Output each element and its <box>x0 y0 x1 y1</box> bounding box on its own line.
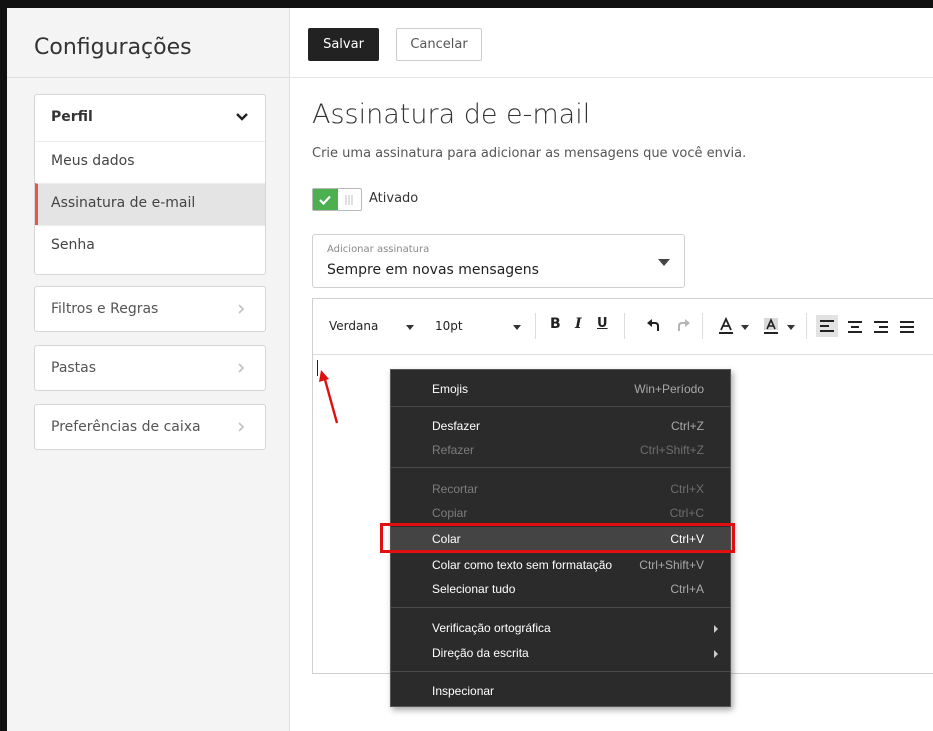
redo-icon[interactable] <box>675 317 691 335</box>
select-label: Adicionar assinatura <box>327 244 430 255</box>
sidebar-item-label: Assinatura de e-mail <box>51 195 196 211</box>
menu-item-refazer[interactable]: Refazer Ctrl+Shift+Z <box>391 438 730 462</box>
sidebar-item-label: Senha <box>51 237 95 253</box>
align-left-icon[interactable] <box>816 315 838 337</box>
align-justify-icon[interactable] <box>899 317 915 335</box>
sidebar-item-assinatura[interactable]: Assinatura de e-mail <box>35 183 265 225</box>
submenu-arrow-icon <box>714 625 718 633</box>
cancel-button[interactable]: Cancelar <box>396 28 482 61</box>
check-icon <box>319 195 331 206</box>
menu-separator <box>391 607 730 608</box>
menu-separator <box>391 467 730 468</box>
menu-item-label: Selecionar tudo <box>432 582 516 596</box>
window-frame-top <box>0 0 933 8</box>
select-value: Sempre em novas mensagens <box>327 262 539 278</box>
menu-item-shortcut: Ctrl+A <box>670 582 704 596</box>
sidebar-title: Configurações <box>34 35 192 60</box>
menu-item-direcao-escrita[interactable]: Direção da escrita <box>391 641 730 665</box>
menu-item-shortcut: Ctrl+Shift+Z <box>639 443 704 457</box>
sidebar-item-meus-dados[interactable]: Meus dados <box>35 141 265 183</box>
menu-item-inspecionar[interactable]: Inspecionar <box>391 679 730 703</box>
annotation-arrow-icon <box>319 370 339 424</box>
menu-item-colar-sem-formatacao[interactable]: Colar como texto sem formatação Ctrl+Shi… <box>391 553 730 577</box>
sidebar-group-header-perfil[interactable]: Perfil <box>35 95 265 141</box>
grip-icon <box>345 195 353 205</box>
sidebar-group-label: Filtros e Regras <box>51 301 159 317</box>
add-signature-select[interactable]: Adicionar assinatura Sempre em novas men… <box>312 234 685 288</box>
sidebar-group-label: Preferências de caixa <box>51 419 201 435</box>
caret-down-icon <box>513 325 521 330</box>
sidebar-group-filtros[interactable]: Filtros e Regras <box>34 286 266 332</box>
sidebar-group-label: Perfil <box>51 109 93 125</box>
font-family-select[interactable]: Verdana <box>329 319 378 333</box>
menu-item-verificacao-ortografica[interactable]: Verificação ortográfica <box>391 616 730 640</box>
chevron-right-icon <box>238 422 245 432</box>
menu-item-emojis[interactable]: Emojis Win+Período <box>391 377 730 401</box>
toolbar-divider <box>290 77 933 78</box>
caret-down-icon <box>741 325 749 330</box>
sidebar-group-label: Pastas <box>51 360 97 376</box>
editor-toolbar: Verdana 10pt B I U <box>313 299 933 355</box>
caret-down-icon <box>787 325 795 330</box>
menu-item-label: Verificação ortográfica <box>432 621 551 635</box>
menu-item-label: Copiar <box>432 506 468 520</box>
menu-separator <box>391 671 730 672</box>
underline-icon[interactable]: U <box>597 316 608 331</box>
sidebar-group-perfil: Perfil Meus dados Assinatura de e-mail S… <box>34 94 266 275</box>
undo-icon[interactable] <box>646 317 662 335</box>
text-color-icon[interactable] <box>717 317 735 335</box>
highlight-color-icon[interactable] <box>762 317 780 335</box>
sidebar-divider <box>7 77 289 78</box>
menu-item-copiar[interactable]: Copiar Ctrl+C <box>391 501 730 525</box>
annotation-highlight-box <box>380 523 735 553</box>
menu-item-label: Desfazer <box>432 419 481 433</box>
menu-item-desfazer[interactable]: Desfazer Ctrl+Z <box>391 414 730 438</box>
italic-icon[interactable]: I <box>575 316 582 332</box>
caret-down-icon <box>406 325 414 330</box>
toolbar-separator <box>535 313 536 339</box>
menu-item-label: Recortar <box>432 482 479 496</box>
chevron-down-icon <box>236 113 248 121</box>
menu-item-label: Colar como texto sem formatação <box>432 558 613 572</box>
menu-item-shortcut: Ctrl+X <box>670 482 704 496</box>
menu-separator <box>391 406 730 407</box>
sidebar-group-preferencias[interactable]: Preferências de caixa <box>34 404 266 450</box>
submenu-arrow-icon <box>714 650 718 658</box>
menu-item-shortcut: Ctrl+Z <box>671 419 704 433</box>
menu-item-shortcut: Ctrl+Shift+V <box>639 558 704 572</box>
menu-item-label: Emojis <box>432 382 469 396</box>
caret-down-icon <box>658 259 670 266</box>
toolbar-separator <box>702 313 703 339</box>
menu-item-label: Direção da escrita <box>432 646 529 660</box>
align-center-icon[interactable] <box>847 317 863 335</box>
menu-item-shortcut: Ctrl+C <box>669 506 704 520</box>
sidebar-group-pastas[interactable]: Pastas <box>34 345 266 391</box>
toggle-on-segment <box>313 189 338 210</box>
sidebar-item-label: Meus dados <box>51 153 135 169</box>
page-title: Assinatura de e-mail <box>312 99 591 130</box>
chevron-right-icon <box>238 304 245 314</box>
toolbar-separator <box>806 313 807 339</box>
menu-item-shortcut: Win+Período <box>634 382 704 396</box>
menu-item-recortar[interactable]: Recortar Ctrl+X <box>391 477 730 501</box>
save-button[interactable]: Salvar <box>308 28 379 61</box>
settings-sidebar: Configurações Perfil Meus dados Assinatu… <box>7 8 290 731</box>
chevron-right-icon <box>238 363 245 373</box>
toolbar-separator <box>624 313 625 339</box>
align-right-icon[interactable] <box>873 317 889 335</box>
font-size-select[interactable]: 10pt <box>435 319 463 333</box>
toggle-label: Ativado <box>369 191 419 206</box>
signature-toggle[interactable] <box>312 188 362 211</box>
page-subtitle: Crie uma assinatura para adicionar as me… <box>312 146 747 161</box>
menu-item-label: Inspecionar <box>432 684 495 698</box>
menu-item-label: Refazer <box>432 443 475 457</box>
menu-item-selecionar-tudo[interactable]: Selecionar tudo Ctrl+A <box>391 577 730 601</box>
window-frame-left <box>0 8 7 731</box>
sidebar-item-senha[interactable]: Senha <box>35 225 265 267</box>
bold-icon[interactable]: B <box>550 316 561 332</box>
